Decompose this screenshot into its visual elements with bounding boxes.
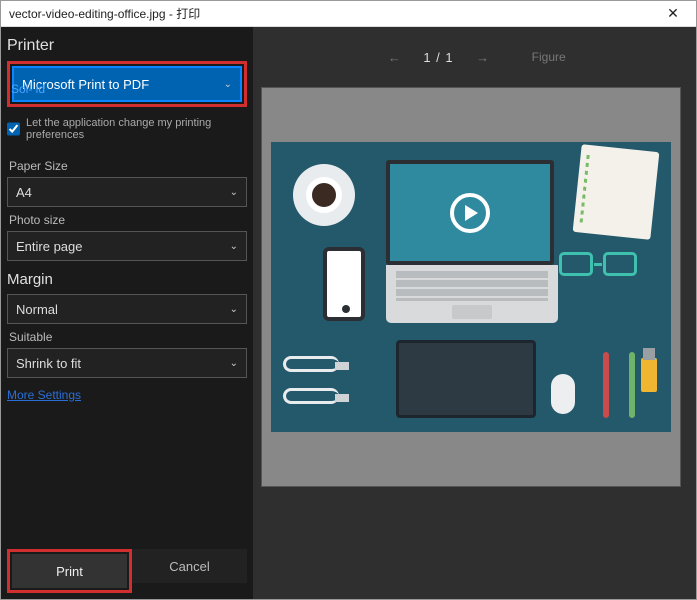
print-highlight-box: Print [7,549,132,593]
cable-icon [283,388,339,404]
glasses-icon [559,252,647,280]
chevron-down-icon: ⌄ [230,304,238,315]
printer-select-value: Microsoft Print to PDF [22,77,149,92]
print-page [261,87,681,487]
dialog-body: Printer Sol- id Microsoft Print to PDF ⌄… [1,27,696,599]
suitable-value: Shrink to fit [16,356,81,371]
next-page-icon[interactable]: → [472,46,494,68]
print-dialog: vector-video-editing-office.jpg - 打印 ✕ P… [0,0,697,600]
suitable-label: Suitable [9,330,247,344]
window-title: vector-video-editing-office.jpg - 打印 [9,5,658,22]
green-pen-icon [629,352,635,418]
photo-size-select[interactable]: Entire page ⌄ [7,231,247,261]
usb-icon [641,358,657,392]
figure-label: Figure [532,50,566,64]
phone-icon [323,247,365,321]
chevron-down-icon: ⌄ [224,79,232,90]
preview-panel: ← 1 / 1 → Figure [253,27,696,599]
page-indicator: 1 / 1 [423,50,453,65]
cancel-button[interactable]: Cancel [132,549,247,583]
play-icon [450,193,490,233]
tablet-icon [396,340,536,418]
coffee-cup-icon [293,164,355,226]
paper-size-select[interactable]: A4 ⌄ [7,177,247,207]
margin-select[interactable]: Normal ⌄ [7,294,247,324]
notebook-icon [572,144,659,240]
suitable-select[interactable]: Shrink to fit ⌄ [7,348,247,378]
printer-highlight-box: Microsoft Print to PDF ⌄ [7,61,247,107]
preview-nav: ← 1 / 1 → Figure [253,27,696,87]
cable-icon [283,356,339,372]
red-pen-icon [603,352,609,418]
paper-size-value: A4 [16,185,32,200]
prev-page-icon[interactable]: ← [383,46,405,68]
preview-body [253,87,696,599]
page-current: 1 [423,50,431,65]
photo-size-value: Entire page [16,239,83,254]
more-settings-link[interactable]: More Settings [7,388,247,402]
chevron-down-icon: ⌄ [230,358,238,369]
printer-select[interactable]: Microsoft Print to PDF ⌄ [12,66,242,102]
chevron-down-icon: ⌄ [230,187,238,198]
laptop-icon [386,160,556,320]
page-total: 1 [445,50,453,65]
margin-value: Normal [16,302,58,317]
preview-image [271,142,671,432]
print-settings-panel: Printer Sol- id Microsoft Print to PDF ⌄… [1,27,253,599]
chevron-down-icon: ⌄ [230,241,238,252]
margin-heading: Margin [7,271,247,288]
titlebar: vector-video-editing-office.jpg - 打印 ✕ [1,1,696,27]
paper-size-label: Paper Size [9,159,247,173]
allow-change-prefs-row[interactable]: Let the application change my printing p… [7,117,247,141]
photo-size-label: Photo size [9,213,247,227]
mouse-icon [551,374,575,414]
page-sep: / [436,50,441,65]
action-bar: Print Cancel [7,549,247,593]
allow-change-prefs-checkbox[interactable] [7,122,20,136]
close-icon[interactable]: ✕ [658,5,688,22]
allow-change-prefs-label: Let the application change my printing p… [26,117,247,141]
printer-heading: Printer [7,37,247,55]
print-button[interactable]: Print [12,554,127,588]
